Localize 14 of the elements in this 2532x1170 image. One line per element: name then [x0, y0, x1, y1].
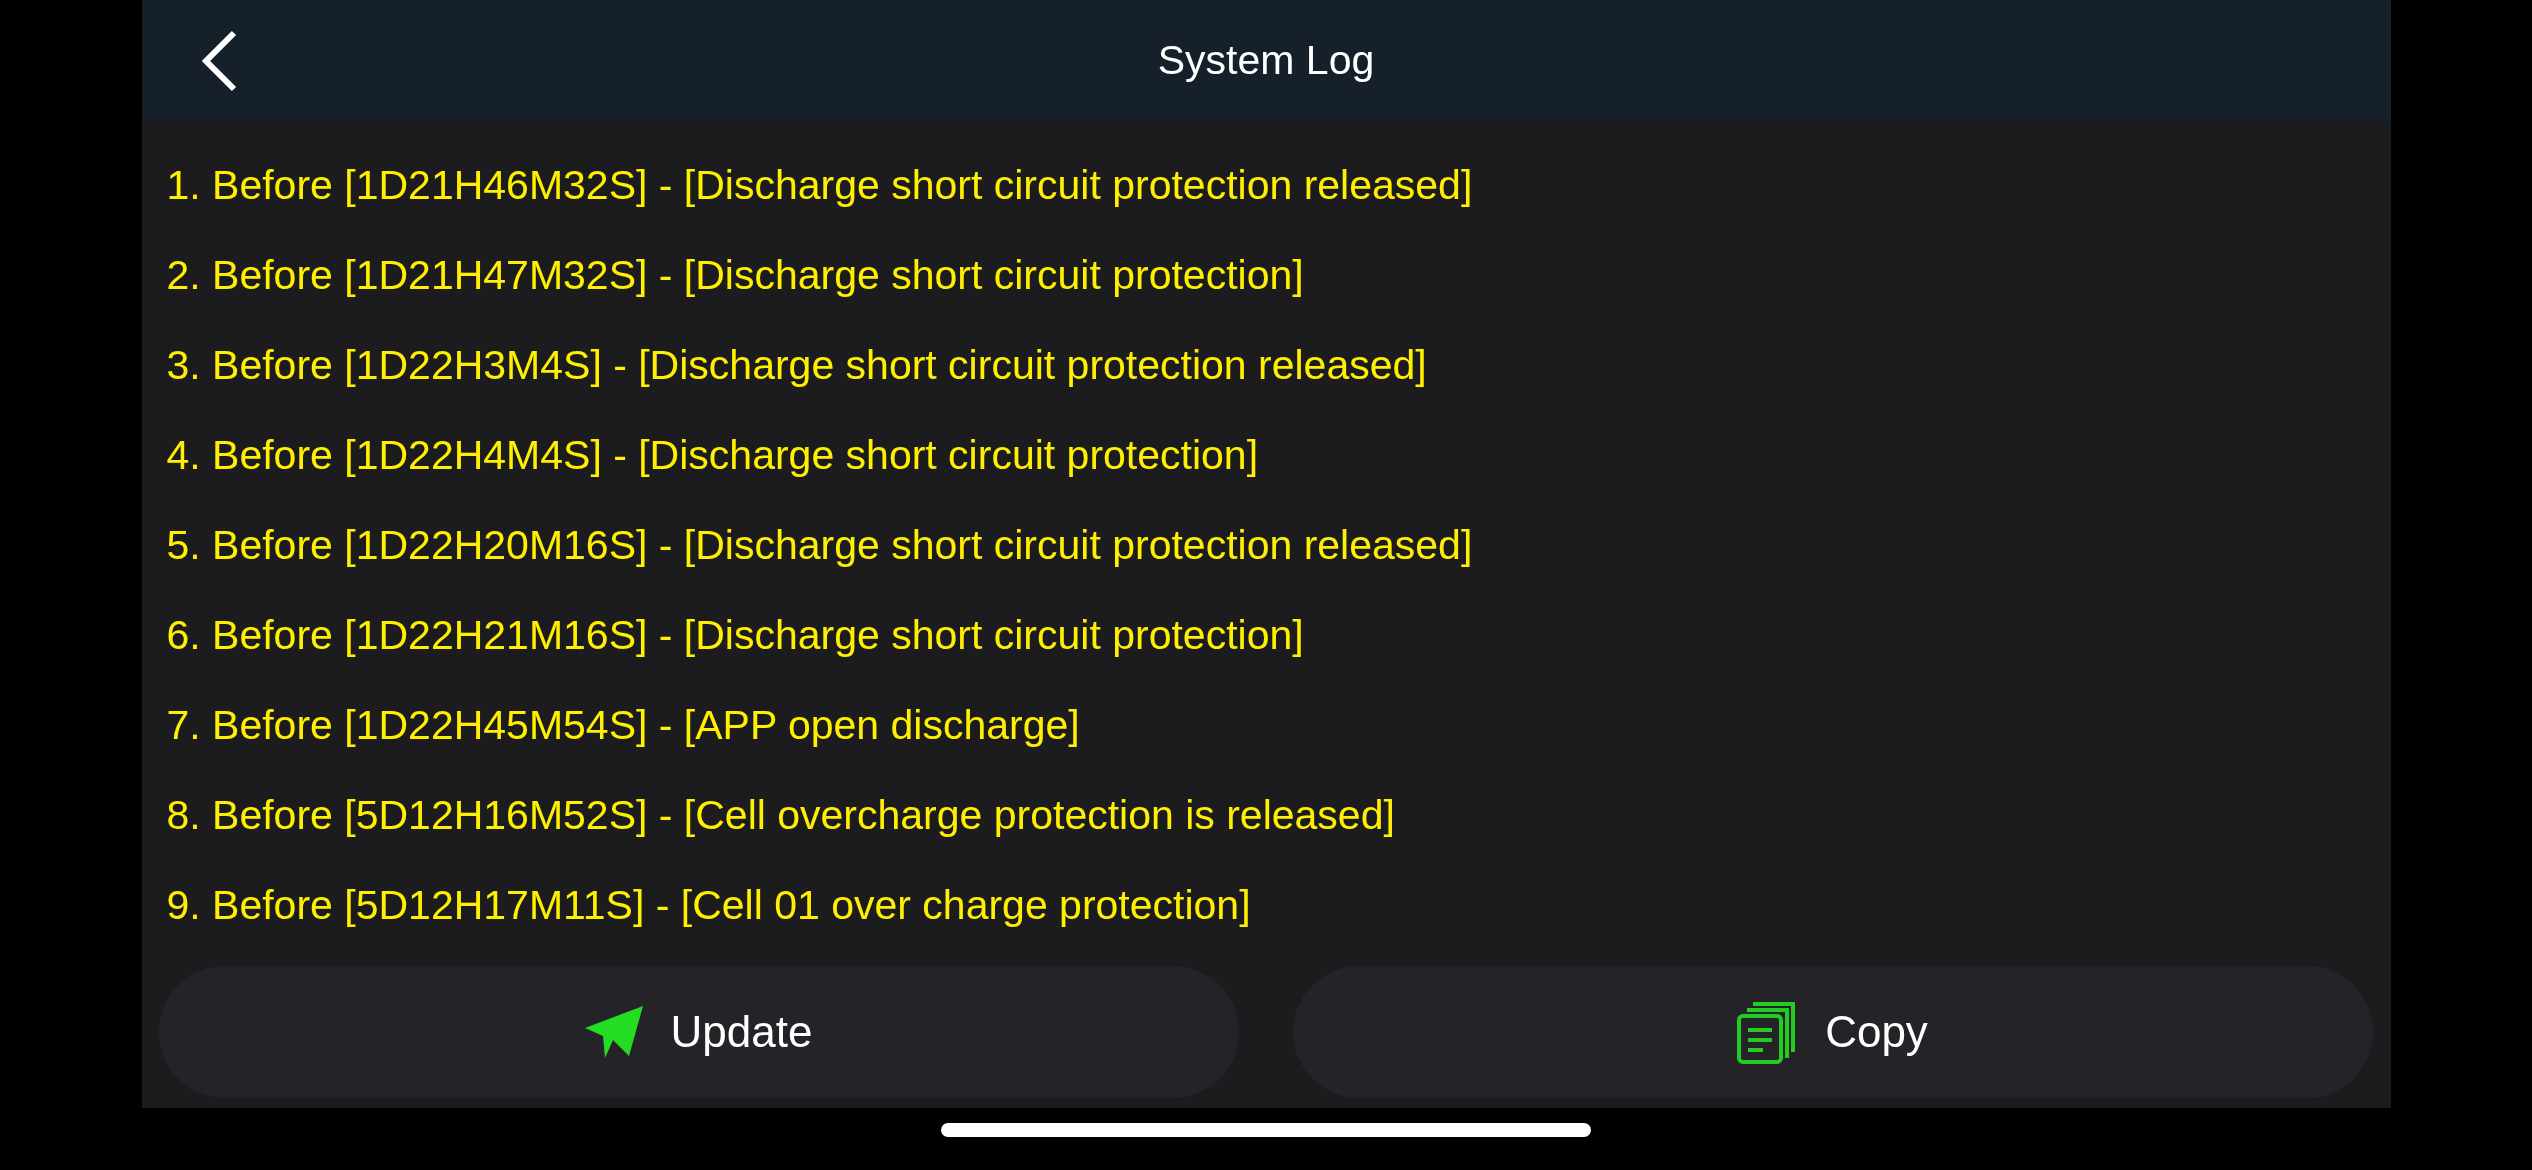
copy-icon	[1737, 1000, 1798, 1064]
update-button[interactable]: Update	[158, 966, 1239, 1098]
log-entry: 2. Before [1D21H47M32S] - [Discharge short circuit protection]	[166, 250, 1305, 300]
log-entry: 4. Before [1D22H4M4S] - [Discharge short circuit protection]	[166, 430, 1260, 480]
page-title: System Log	[1157, 36, 1375, 84]
log-entry: 5. Before [1D22H20M16S] - [Discharge short circuit protection released]	[166, 520, 1474, 570]
log-entry: 1. Before [1D21H46M32S] - [Discharge short circuit protection released]	[166, 160, 1474, 210]
log-entry: 8. Before [5D12H16M52S] - [Cell overcharge protection is released]	[166, 790, 1396, 840]
log-entry: 6. Before [1D22H21M16S] - [Discharge short circuit protection]	[166, 610, 1305, 660]
log-entry: 9. Before [5D12H17M11S] - [Cell 01 over charge protection]	[166, 880, 1252, 930]
log-entry: 7. Before [1D22H45M54S] - [APP open discharge]	[166, 700, 1081, 750]
log-entry: 3. Before [1D22H3M4S] - [Discharge short circuit protection released]	[166, 340, 1428, 390]
paper-plane-icon	[584, 1006, 643, 1058]
copy-button[interactable]: Copy	[1292, 966, 2373, 1098]
